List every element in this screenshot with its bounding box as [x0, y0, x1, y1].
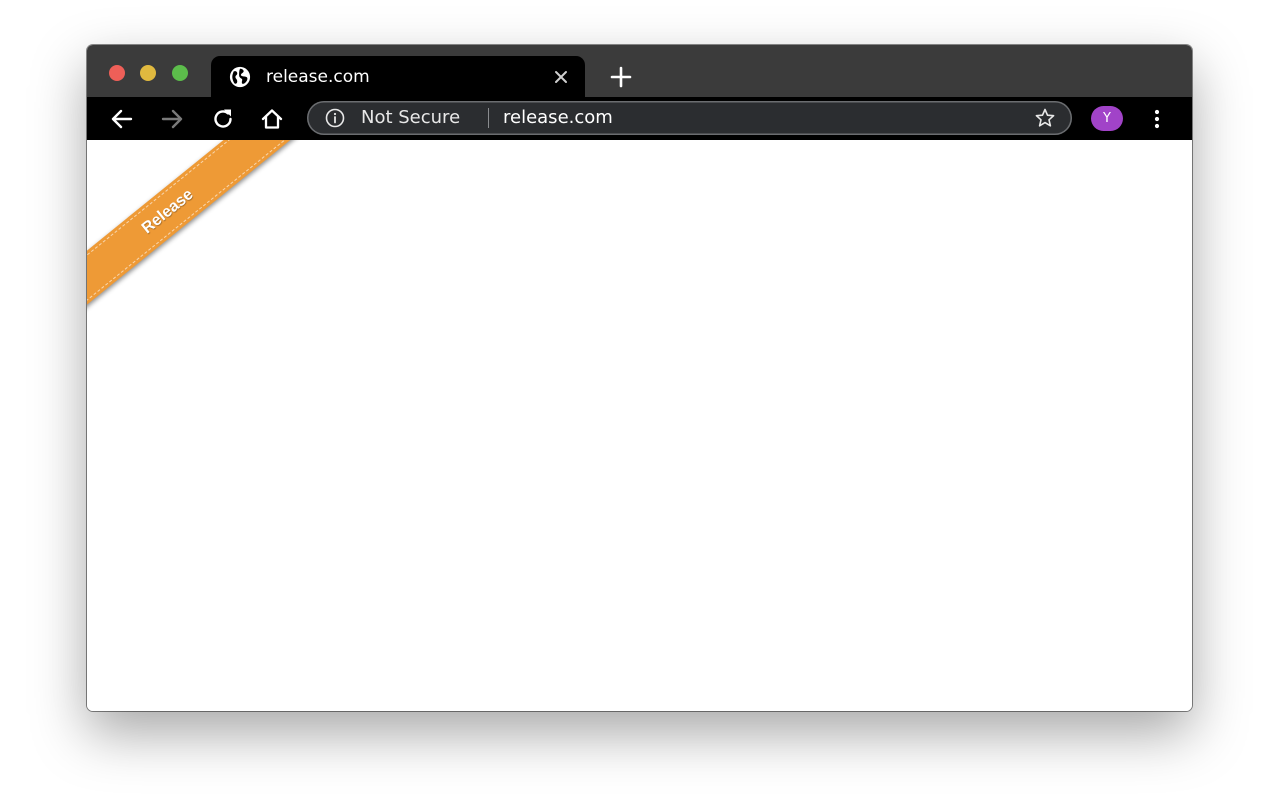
arrow-right-icon[interactable] [159, 106, 185, 132]
url-text[interactable]: release.com [503, 106, 613, 130]
window-close-button[interactable] [109, 65, 125, 81]
active-tab[interactable]: release.com [211, 56, 585, 97]
arrow-left-icon[interactable] [109, 106, 135, 132]
info-icon[interactable] [325, 108, 345, 128]
star-icon[interactable] [1034, 107, 1056, 129]
browser-window: release.com Not Secure release.com Y Rel… [87, 45, 1192, 711]
release-ribbon: Release [87, 140, 298, 323]
toolbar: Not Secure release.com Y [87, 97, 1192, 140]
home-icon[interactable] [259, 106, 285, 132]
window-minimize-button[interactable] [140, 65, 156, 81]
close-icon[interactable] [551, 67, 571, 87]
tab-title: release.com [266, 67, 370, 87]
reload-icon[interactable] [210, 106, 236, 132]
kebab-menu-icon[interactable] [1147, 107, 1167, 131]
title-bar: release.com [87, 45, 1192, 97]
profile-avatar[interactable]: Y [1091, 106, 1123, 131]
plus-icon[interactable] [607, 63, 635, 91]
address-bar[interactable]: Not Secure release.com [307, 101, 1072, 135]
url-separator [488, 108, 489, 128]
ribbon-label: Release [138, 185, 197, 238]
globe-icon [229, 66, 251, 88]
window-zoom-button[interactable] [172, 65, 188, 81]
page-content: Release [87, 140, 1192, 711]
security-status[interactable]: Not Secure [361, 106, 460, 130]
